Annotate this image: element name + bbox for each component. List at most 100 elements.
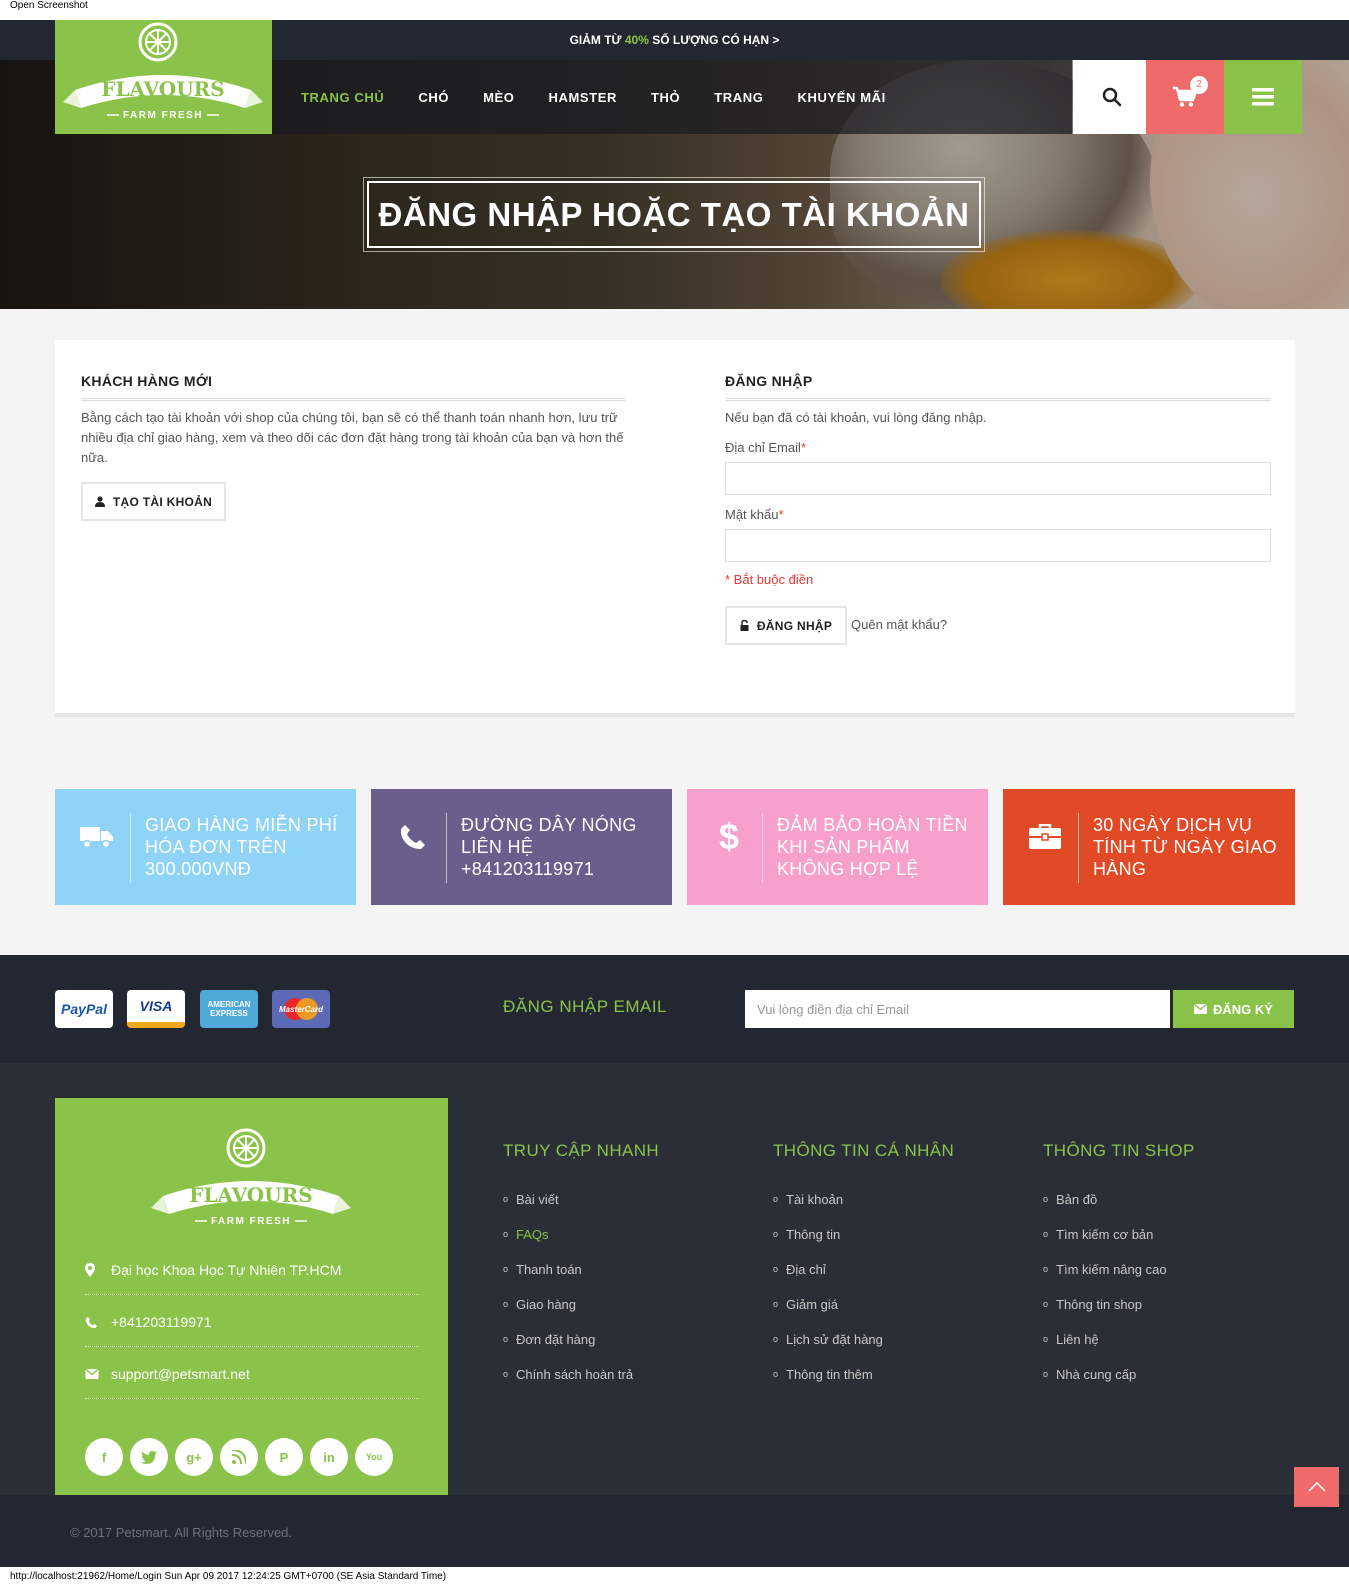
footer: FLAVOURS FARM FRESH Đại học Khoa Học Tự … [0,1063,1349,1495]
promo-prefix: GIẢM TỪ [569,33,625,47]
chevron-up-icon [1307,1482,1326,1492]
footer-link[interactable]: Tìm kiếm cơ bản [1043,1218,1195,1253]
feature-money-back: $ ĐẢM BẢO HOÀN TIỀN KHI SẢN PHẨM KHÔNG H… [687,789,988,905]
feature-text: ĐƯỜNG DÂY NÓNG LIÊN HỆ +841203119971 [461,815,637,879]
linkedin-icon[interactable]: in [310,1438,348,1476]
subscribe-label: ĐĂNG KÝ [1213,1001,1273,1017]
pinterest-icon[interactable]: P [265,1438,303,1476]
rss-icon[interactable] [220,1438,258,1476]
nav-item-hamster[interactable]: HAMSTER [549,90,617,105]
feature-text: 30 NGÀY DỊCH VỤ TÍNH TỪ NGÀY GIAO HÀNG [1093,815,1277,879]
email-label: Địa chỉ Email* [725,440,806,455]
login-button-label: ĐĂNG NHẬP [756,618,833,633]
lock-icon [740,620,749,631]
feature-service: 30 NGÀY DỊCH VỤ TÍNH TỪ NGÀY GIAO HÀNG [1003,789,1295,905]
footer-email[interactable]: support@petsmart.net [85,1366,419,1399]
search-button[interactable] [1073,60,1151,134]
nav-item-promotions[interactable]: KHUYẾN MÃI [797,90,885,105]
hamburger-icon [1252,88,1274,106]
feature-hotline: ĐƯỜNG DÂY NÓNG LIÊN HỆ +841203119971 [371,789,672,905]
email-field[interactable] [725,462,1271,495]
social-links: f g+ P in You [85,1438,400,1476]
feature-text: ĐẢM BẢO HOÀN TIỀN KHI SẢN PHẨM KHÔNG HỢP… [777,815,968,879]
menu-button[interactable] [1224,60,1302,134]
forgot-password-link[interactable]: Quên mật khẩu? [851,617,947,632]
footer-link[interactable]: Tài khoản [773,1183,954,1218]
browser-status-bar: http://localhost:21962/Home/Login Sun Ap… [0,1567,1349,1587]
page-title: ĐĂNG NHẬP HOẶC TẠO TÀI KHOẢN [363,177,985,252]
logo-tagline: FARM FRESH [123,110,203,121]
map-marker-icon [85,1263,105,1277]
footer-column-title: TRUY CẬP NHANH [503,1141,660,1160]
footer-link[interactable]: Thông tin thêm [773,1358,954,1393]
nav-item-cats[interactable]: MÈO [483,90,514,105]
footer-info-box: FLAVOURS FARM FRESH Đại học Khoa Học Tự … [55,1098,448,1495]
newsletter-bar: PayPal VISA AMERICAN EXPRESS MasterCard … [0,955,1349,1063]
login-title: ĐĂNG NHẬP [725,373,813,389]
main-nav: TRANG CHỦ CHÓ MÈO HAMSTER THỎ TRANG KHUY… [301,60,920,134]
feature-text: GIAO HÀNG MIỄN PHÍ HÓA ĐƠN TRÊN 300.000V… [145,815,338,879]
footer-link[interactable]: Liên hệ [1043,1323,1195,1358]
newsletter-email-input[interactable] [745,990,1170,1028]
footer-link[interactable]: Chính sách hoàn trả [503,1358,659,1393]
promo-suffix: SỐ LƯỢNG CÓ HẠN > [648,33,780,47]
twitter-icon[interactable] [130,1438,168,1476]
new-customer-description: Bằng cách tạo tài khoản với shop của chú… [81,410,624,465]
nav-item-rabbit[interactable]: THỎ [651,90,680,105]
briefcase-icon [1027,819,1063,855]
american-express-logo: AMERICAN EXPRESS [200,990,258,1028]
footer-link[interactable]: Thông tin [773,1218,954,1253]
footer-link[interactable]: Thông tin shop [1043,1288,1195,1323]
user-icon [94,496,105,507]
logo-brand: FLAVOURS [101,77,224,101]
new-customer-title: KHÁCH HÀNG MỚI [81,373,213,389]
dollar-icon: $ [718,816,740,857]
search-icon [1102,87,1122,107]
login-intro: Nếu bạn đã có tài khoản, vui lòng đăng n… [725,410,987,425]
login-card: KHÁCH HÀNG MỚI Bằng cách tạo tài khoản v… [55,340,1295,717]
footer-personal-info: THÔNG TIN CÁ NHÂN Tài khoản Thông tin Đị… [773,1141,954,1393]
password-label: Mật khẩu* [725,507,784,522]
password-field[interactable] [725,529,1271,562]
site-logo[interactable]: FLAVOURS FARM FRESH [55,20,272,134]
nav-item-dogs[interactable]: CHÓ [418,90,449,105]
create-account-label: TẠO TÀI KHOẢN [112,494,213,509]
phone-icon [395,819,431,855]
paypal-logo: PayPal [55,990,113,1028]
login-button[interactable]: ĐĂNG NHẬP [725,606,847,645]
footer-link[interactable]: Tìm kiếm nâng cao [1043,1253,1195,1288]
svg-text:FLAVOURS: FLAVOURS [189,1183,312,1207]
facebook-icon[interactable]: f [85,1438,123,1476]
footer-link[interactable]: Bản đồ [1043,1183,1195,1218]
cart-button[interactable]: 2 [1146,60,1224,134]
footer-link[interactable]: Thanh toán [503,1253,659,1288]
copyright-bar: © 2017 Petsmart. All Rights Reserved. [0,1495,1349,1567]
cart-count-badge: 2 [1190,76,1208,94]
footer-link[interactable]: Nhà cung cấp [1043,1358,1195,1393]
footer-link[interactable]: Giảm giá [773,1288,954,1323]
youtube-icon[interactable]: You [355,1438,393,1476]
promo-highlight: 40% [624,33,649,47]
window-label: Open Screenshot [0,0,1349,20]
svg-text:FARM FRESH: FARM FRESH [211,1216,291,1227]
footer-link[interactable]: Địa chỉ [773,1253,954,1288]
subscribe-button[interactable]: ĐĂNG KÝ [1173,990,1294,1028]
mastercard-logo: MasterCard [272,990,330,1028]
footer-link[interactable]: Đơn đặt hàng [503,1323,659,1358]
footer-column-title: THÔNG TIN CÁ NHÂN [773,1141,955,1160]
feature-free-shipping: GIAO HÀNG MIỄN PHÍ HÓA ĐƠN TRÊN 300.000V… [55,789,356,905]
footer-link[interactable]: Bài viết [503,1183,659,1218]
footer-link[interactable]: Giao hàng [503,1288,659,1323]
nav-item-pages[interactable]: TRANG [714,90,763,105]
footer-link[interactable]: FAQs [503,1218,659,1253]
footer-address: Đại học Khoa Học Tự Nhiên TP.HCM [85,1262,419,1295]
google-plus-icon[interactable]: g+ [175,1438,213,1476]
footer-link[interactable]: Lịch sử đặt hàng [773,1323,954,1358]
footer-quick-links: TRUY CẬP NHANH Bài viết FAQs Thanh toán … [503,1141,659,1393]
back-to-top-button[interactable] [1294,1467,1339,1507]
footer-phone: +841203119971 [85,1314,419,1347]
footer-logo: FLAVOURS FARM FRESH [151,1128,351,1227]
create-account-button[interactable]: TẠO TÀI KHOẢN [81,482,226,521]
nav-item-home[interactable]: TRANG CHỦ [301,90,384,105]
copyright-text: © 2017 Petsmart. All Rights Reserved. [70,1525,293,1540]
